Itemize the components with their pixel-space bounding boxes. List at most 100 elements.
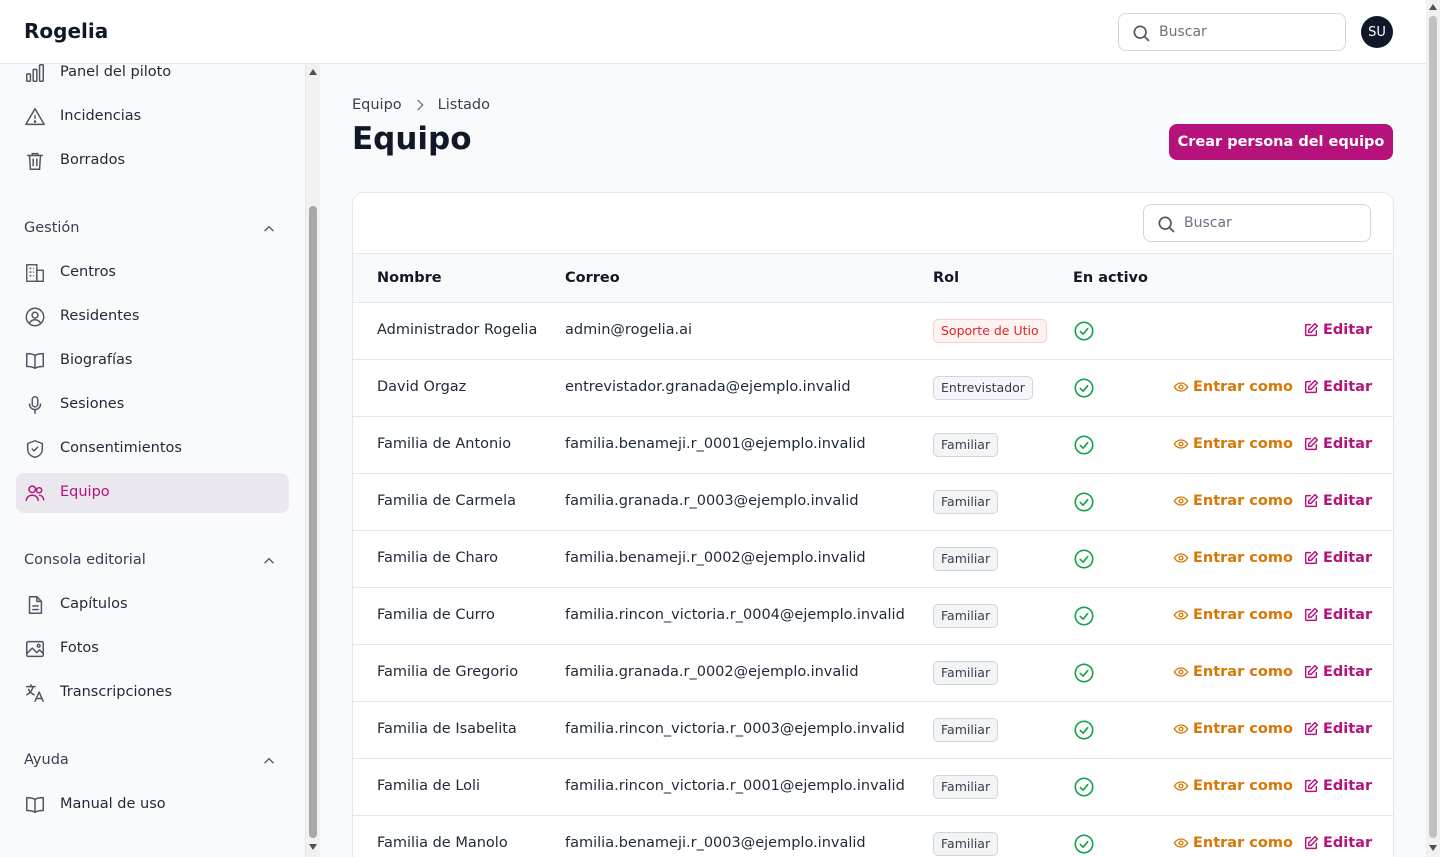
section-header-gestion[interactable]: Gestión: [24, 217, 280, 241]
cell-name: Familia de Gregorio: [377, 664, 519, 680]
enter-as-button[interactable]: Entrar como: [1173, 379, 1293, 395]
check-circle-icon: [1073, 377, 1095, 399]
language-icon: [26, 684, 44, 702]
section-header-consola-editorial[interactable]: Consola editorial: [24, 549, 280, 573]
edit-button[interactable]: Editar: [1303, 607, 1372, 623]
photo-icon: [26, 640, 44, 658]
user-avatar[interactable]: SU: [1361, 16, 1393, 48]
sidebar-item-residentes[interactable]: Residentes: [16, 297, 289, 337]
create-team-member-button[interactable]: Crear persona del equipo: [1169, 124, 1393, 160]
book-icon: [26, 352, 44, 370]
enter-as-button[interactable]: Entrar como: [1173, 493, 1293, 509]
cell-email: familia.granada.r_0003@ejemplo.invalid: [565, 493, 859, 509]
sidebar-item-label: Fotos: [60, 640, 99, 656]
edit-icon: [1304, 721, 1319, 736]
edit-button[interactable]: Editar: [1303, 550, 1372, 566]
top-bar: Rogelia SU: [0, 0, 1426, 64]
page-scrollbar[interactable]: [1426, 0, 1440, 857]
scroll-up-arrow-icon[interactable]: [1429, 4, 1437, 10]
enter-as-button[interactable]: Entrar como: [1173, 778, 1293, 794]
edit-icon: [1304, 436, 1319, 451]
column-header-en-activo[interactable]: En activo: [1073, 270, 1148, 286]
check-circle-icon: [1073, 605, 1095, 627]
sidebar-item-equipo[interactable]: Equipo: [16, 473, 289, 513]
check-circle-icon: [1073, 320, 1095, 342]
edit-button[interactable]: Editar: [1303, 379, 1372, 395]
sidebar-item-consentimientos[interactable]: Consentimientos: [16, 429, 289, 469]
book-icon: [26, 796, 44, 814]
table-row: Familia de Manolo familia.benameji.r_0003…: [353, 816, 1393, 857]
edit-label: Editar: [1323, 835, 1373, 851]
trash-icon: [26, 152, 44, 170]
column-header-correo[interactable]: Correo: [565, 270, 620, 286]
edit-button[interactable]: Editar: [1303, 664, 1372, 680]
edit-button[interactable]: Editar: [1303, 322, 1372, 338]
cell-email: familia.benameji.r_0001@ejemplo.invalid: [565, 436, 866, 452]
role-badge: Familiar: [933, 604, 999, 628]
cell-email: familia.rincon_victoria.r_0001@ejemplo.i…: [565, 778, 905, 794]
eye-icon: [1173, 382, 1189, 392]
enter-as-button[interactable]: Entrar como: [1173, 721, 1293, 737]
edit-icon: [1304, 664, 1319, 679]
cell-email: familia.benameji.r_0003@ejemplo.invalid: [565, 835, 866, 851]
edit-button[interactable]: Editar: [1303, 493, 1372, 509]
sidebar-item-transcripciones[interactable]: Transcripciones: [16, 673, 289, 713]
enter-as-button[interactable]: Entrar como: [1173, 550, 1293, 566]
column-header-rol[interactable]: Rol: [933, 270, 959, 286]
brand-logo[interactable]: Rogelia: [24, 19, 108, 43]
global-search-input[interactable]: [1159, 14, 1339, 50]
role-badge: Familiar: [933, 718, 999, 742]
sidebar-item-label: Biografías: [60, 352, 133, 368]
edit-icon: [1304, 379, 1319, 394]
sidebar-item-manual-de-uso[interactable]: Manual de uso: [16, 785, 289, 825]
global-search[interactable]: [1118, 13, 1346, 51]
scroll-up-arrow-icon[interactable]: [309, 69, 317, 75]
enter-as-button[interactable]: Entrar como: [1173, 664, 1293, 680]
role-badge: Familiar: [933, 775, 999, 799]
scroll-down-arrow-icon[interactable]: [309, 844, 317, 850]
cell-name: Familia de Curro: [377, 607, 495, 623]
sidebar-item-biografias[interactable]: Biografías: [16, 341, 289, 381]
table-search-input[interactable]: [1184, 205, 1364, 241]
cell-email: familia.rincon_victoria.r_0004@ejemplo.i…: [565, 607, 905, 623]
sidebar-item-incidencias[interactable]: Incidencias: [16, 97, 289, 137]
sidebar-item-fotos[interactable]: Fotos: [16, 629, 289, 669]
edit-label: Editar: [1323, 379, 1373, 395]
sidebar-scrollbar[interactable]: [305, 64, 320, 857]
eye-icon: [1173, 439, 1189, 449]
enter-as-button[interactable]: Entrar como: [1173, 607, 1293, 623]
edit-button[interactable]: Editar: [1303, 436, 1372, 452]
edit-icon: [1304, 835, 1319, 850]
check-circle-icon: [1073, 548, 1095, 570]
section-header-ayuda[interactable]: Ayuda: [24, 749, 280, 773]
page-scrollbar-thumb[interactable]: [1429, 16, 1437, 838]
enter-as-label: Entrar como: [1193, 379, 1293, 395]
enter-as-button[interactable]: Entrar como: [1173, 835, 1293, 851]
enter-as-label: Entrar como: [1193, 778, 1293, 794]
breadcrumb-item-equipo[interactable]: Equipo: [352, 97, 402, 113]
shield-check-icon: [26, 440, 44, 458]
sidebar-item-borrados[interactable]: Borrados: [16, 141, 289, 181]
sidebar-item-label: Incidencias: [60, 108, 142, 124]
cell-name: David Orgaz: [377, 379, 467, 395]
edit-button[interactable]: Editar: [1303, 721, 1372, 737]
enter-as-button[interactable]: Entrar como: [1173, 436, 1293, 452]
page-title: Equipo: [352, 121, 472, 157]
table-row: Familia de Antonio familia.benameji.r_000…: [353, 417, 1393, 474]
scroll-down-arrow-icon[interactable]: [1429, 845, 1437, 851]
edit-button[interactable]: Editar: [1303, 778, 1372, 794]
enter-as-label: Entrar como: [1193, 721, 1293, 737]
sidebar-item-capitulos[interactable]: Capítulos: [16, 585, 289, 625]
edit-button[interactable]: Editar: [1303, 835, 1372, 851]
breadcrumb-item-listado: Listado: [437, 97, 490, 113]
table-search[interactable]: [1143, 204, 1371, 242]
breadcrumb: Equipo Listado: [352, 97, 490, 113]
sidebar-item-centros[interactable]: Centros: [16, 253, 289, 293]
column-header-nombre[interactable]: Nombre: [377, 270, 442, 286]
enter-as-label: Entrar como: [1193, 607, 1293, 623]
table-row: Familia de Isabelita familia.rincon_victo…: [353, 702, 1393, 759]
sidebar-item-panel-piloto[interactable]: Panel del piloto: [16, 64, 289, 93]
sidebar-item-sesiones[interactable]: Sesiones: [16, 385, 289, 425]
sidebar-scrollbar-thumb[interactable]: [309, 206, 317, 838]
check-circle-icon: [1073, 662, 1095, 684]
